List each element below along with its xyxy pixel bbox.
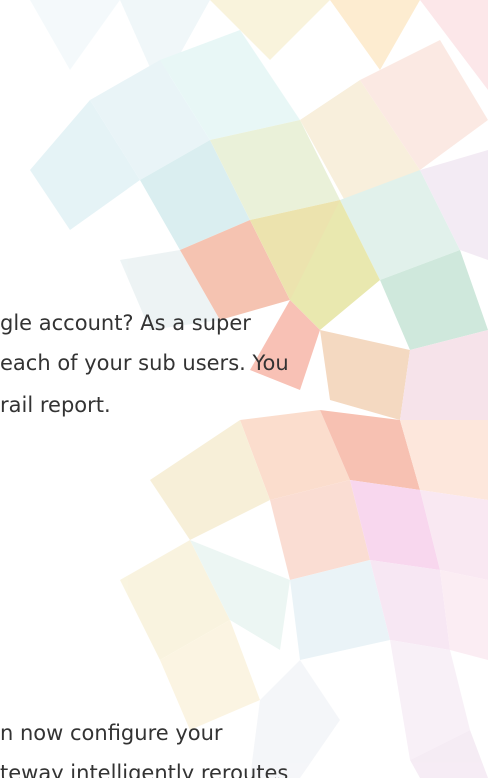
paragraph-one-line: rail report.: [0, 393, 111, 417]
paragraph-one-line: gle account? As a super: [0, 311, 251, 335]
paragraph-one-line: each of your sub users. You: [0, 351, 289, 375]
paragraph-two-line: teway intelligently reroutes: [0, 761, 289, 778]
mosaic-tile: [30, 0, 120, 70]
page: gle account? As a super each of your sub…: [0, 0, 488, 778]
paragraph-two-line: n now configure your: [0, 721, 223, 745]
geometric-background-graphic: [30, 0, 488, 778]
mosaic-tile: [320, 330, 410, 420]
